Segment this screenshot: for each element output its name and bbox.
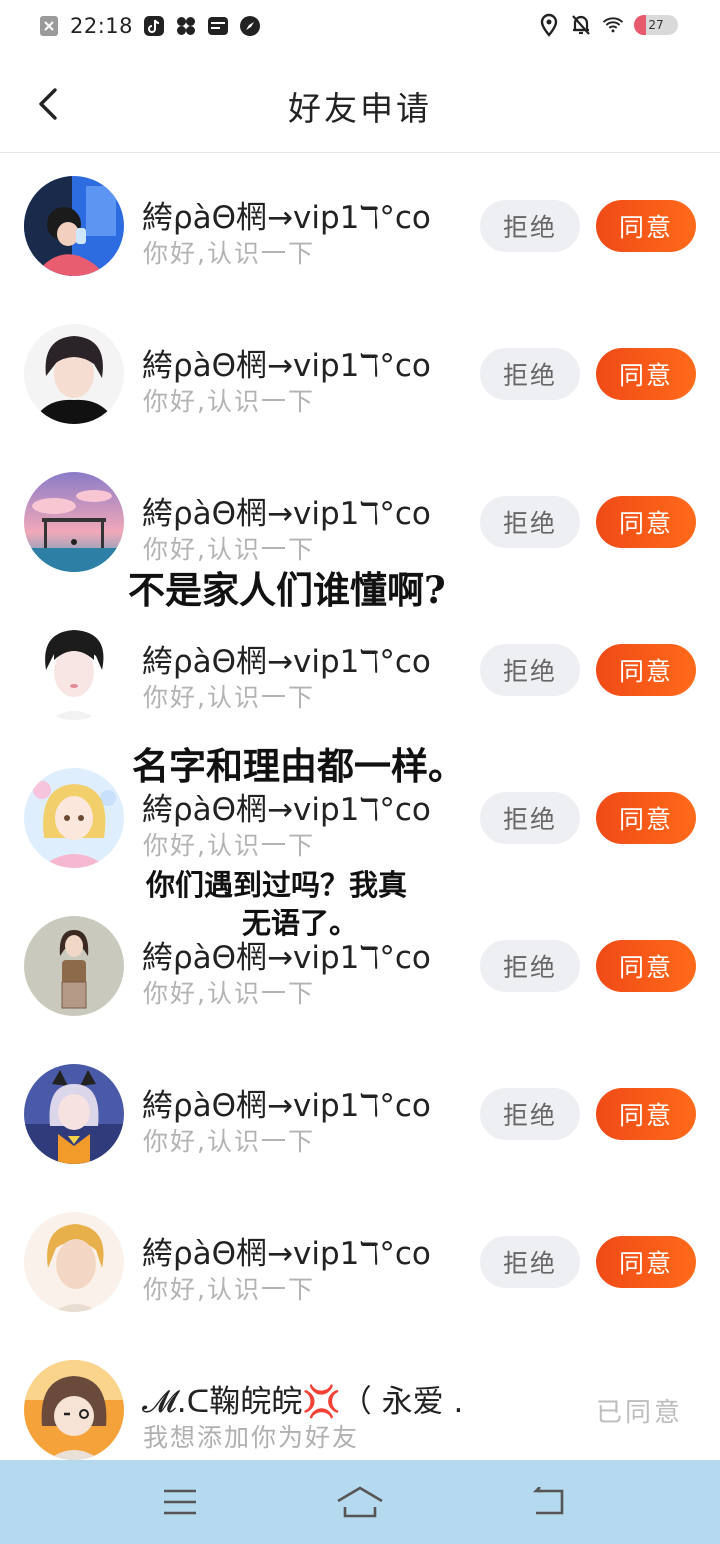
reject-button[interactable]: 拒绝	[480, 644, 580, 696]
user-name: 絝ρàΘ棢→vip1ℸ°co	[142, 792, 431, 828]
status-time: 22:18	[70, 14, 134, 38]
accept-button[interactable]: 同意	[596, 940, 696, 992]
caption-line-2: 名字和理由都一样。	[132, 744, 465, 788]
menu-icon	[164, 1489, 196, 1515]
user-name: 絝ρàΘ棢→vip1ℸ°co	[142, 200, 431, 236]
avatar[interactable]	[24, 1212, 124, 1312]
request-row: 絝ρàΘ棢→vip1ℸ°co 你好,认识一下 拒绝 同意	[0, 1188, 720, 1336]
menu-button[interactable]	[150, 1478, 210, 1526]
user-name: 𝓜.ᑕ鞠皖皖💢（ 永爱 ...	[142, 1384, 460, 1420]
request-message: 你好,认识一下	[143, 683, 315, 712]
caption-line-4: 无语了。	[242, 906, 359, 940]
accept-button[interactable]: 同意	[596, 348, 696, 400]
caption-line-3: 你们遇到过吗？我真	[146, 868, 408, 902]
reject-button[interactable]: 拒绝	[480, 792, 580, 844]
request-row: 絝ρàΘ棢→vip1ℸ°co 你好,认识一下 拒绝 同意	[0, 1040, 720, 1188]
wifi-icon	[602, 14, 624, 36]
accept-button[interactable]: 同意	[596, 1088, 696, 1140]
avatar[interactable]	[24, 916, 124, 1016]
reject-button[interactable]: 拒绝	[480, 1088, 580, 1140]
user-name: 絝ρàΘ棢→vip1ℸ°co	[142, 348, 431, 384]
page-title: 好友申请	[288, 89, 432, 128]
reject-button[interactable]: 拒绝	[480, 1236, 580, 1288]
header: 好友申请	[0, 56, 720, 153]
accept-button[interactable]: 同意	[596, 792, 696, 844]
accept-button[interactable]: 同意	[596, 200, 696, 252]
user-name: 絝ρàΘ棢→vip1ℸ°co	[142, 644, 431, 680]
pinwheel-icon	[175, 15, 197, 37]
navigation-bar	[0, 1460, 720, 1544]
accepted-status: 已同意	[596, 1398, 684, 1428]
accept-button[interactable]: 同意	[596, 1236, 696, 1288]
caption-line-1: 不是家人们谁懂啊?	[128, 568, 446, 612]
request-message: 我想添加你为好友	[143, 1423, 360, 1452]
home-icon	[337, 1486, 383, 1518]
user-name: 絝ρàΘ棢→vip1ℸ°co	[142, 1236, 431, 1272]
compass-icon	[239, 15, 261, 37]
accept-button[interactable]: 同意	[596, 644, 696, 696]
battery-icon: 27	[634, 15, 678, 35]
request-message: 你好,认识一下	[143, 979, 315, 1008]
wallet-icon	[207, 15, 229, 37]
request-message: 你好,认识一下	[143, 1275, 315, 1304]
back-nav-button[interactable]	[518, 1478, 578, 1526]
status-right: 27	[538, 13, 678, 37]
avatar[interactable]	[24, 768, 124, 868]
status-left: 22:18	[38, 14, 261, 38]
reject-button[interactable]: 拒绝	[480, 940, 580, 992]
close-box-icon	[38, 15, 60, 37]
accept-button[interactable]: 同意	[596, 496, 696, 548]
request-message: 你好,认识一下	[143, 831, 315, 860]
request-row: 絝ρàΘ棢→vip1ℸ°co 你好,认识一下 拒绝 同意	[0, 892, 720, 1040]
battery-text: 27	[648, 18, 664, 32]
reject-button[interactable]: 拒绝	[480, 200, 580, 252]
avatar[interactable]	[24, 1064, 124, 1164]
home-button[interactable]	[330, 1478, 390, 1526]
avatar[interactable]	[24, 472, 124, 572]
request-message: 你好,认识一下	[143, 387, 315, 416]
reject-button[interactable]: 拒绝	[480, 348, 580, 400]
request-message: 你好,认识一下	[143, 239, 315, 268]
mute-bell-icon	[570, 14, 592, 36]
tiktok-icon	[143, 15, 165, 37]
request-row: 絝ρàΘ棢→vip1ℸ°co 你好,认识一下 拒绝 同意	[0, 152, 720, 300]
location-icon	[538, 13, 560, 37]
avatar[interactable]	[24, 176, 124, 276]
user-name: 絝ρàΘ棢→vip1ℸ°co	[142, 496, 431, 532]
battery-fill	[634, 15, 646, 35]
reject-button[interactable]: 拒绝	[480, 496, 580, 548]
back-arrow-icon	[532, 1487, 564, 1515]
avatar[interactable]	[24, 620, 124, 720]
user-name: 絝ρàΘ棢→vip1ℸ°co	[142, 1088, 431, 1124]
avatar[interactable]	[24, 1360, 124, 1460]
request-message: 你好,认识一下	[143, 1127, 315, 1156]
request-row: 絝ρàΘ棢→vip1ℸ°co 你好,认识一下 拒绝 同意	[0, 300, 720, 448]
request-row: 絝ρàΘ棢→vip1ℸ°co 你好,认识一下 拒绝 同意	[0, 596, 720, 744]
avatar[interactable]	[24, 324, 124, 424]
status-bar: 22:18 27	[0, 0, 720, 56]
